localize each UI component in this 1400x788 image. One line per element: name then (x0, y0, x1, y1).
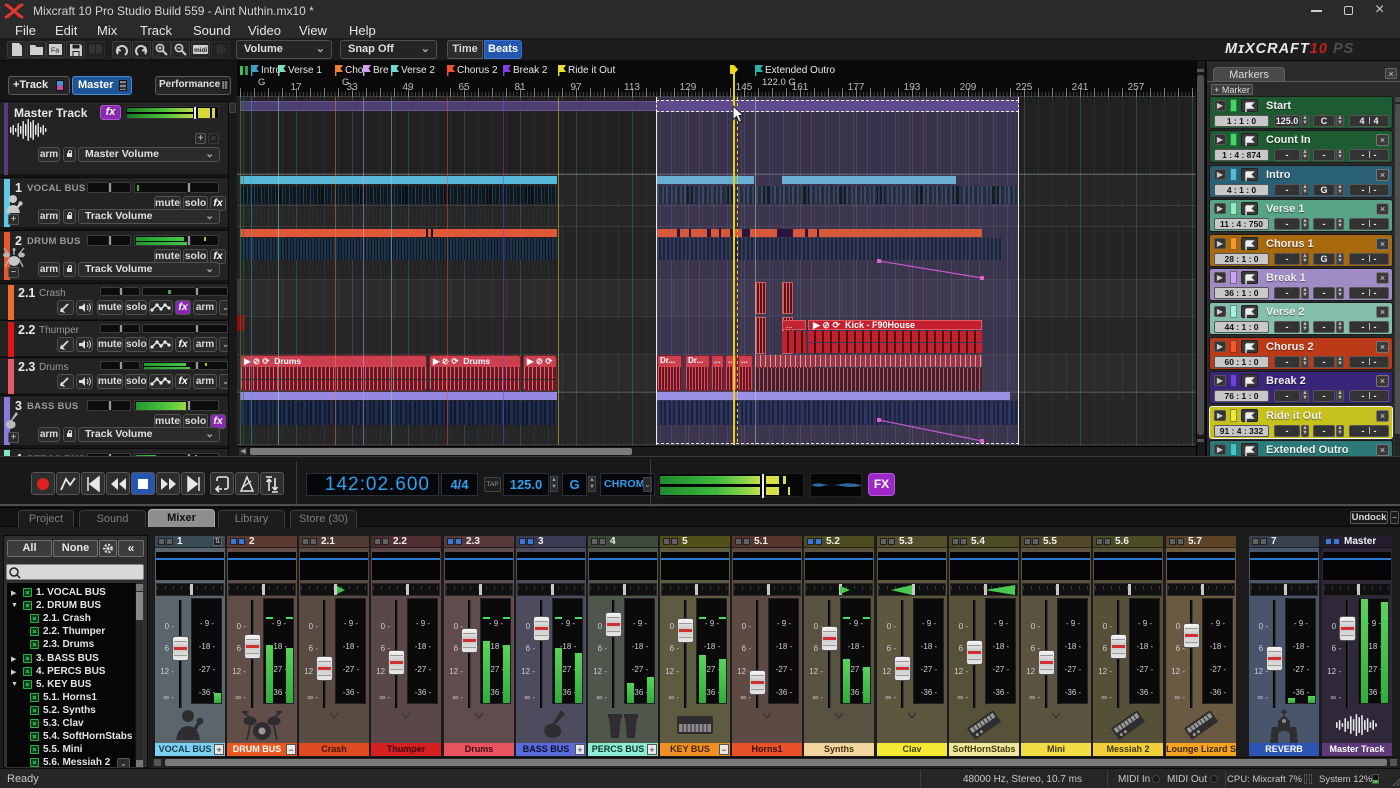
svg-text:midi: midi (194, 47, 208, 54)
svg-text:Fa: Fa (51, 48, 59, 55)
